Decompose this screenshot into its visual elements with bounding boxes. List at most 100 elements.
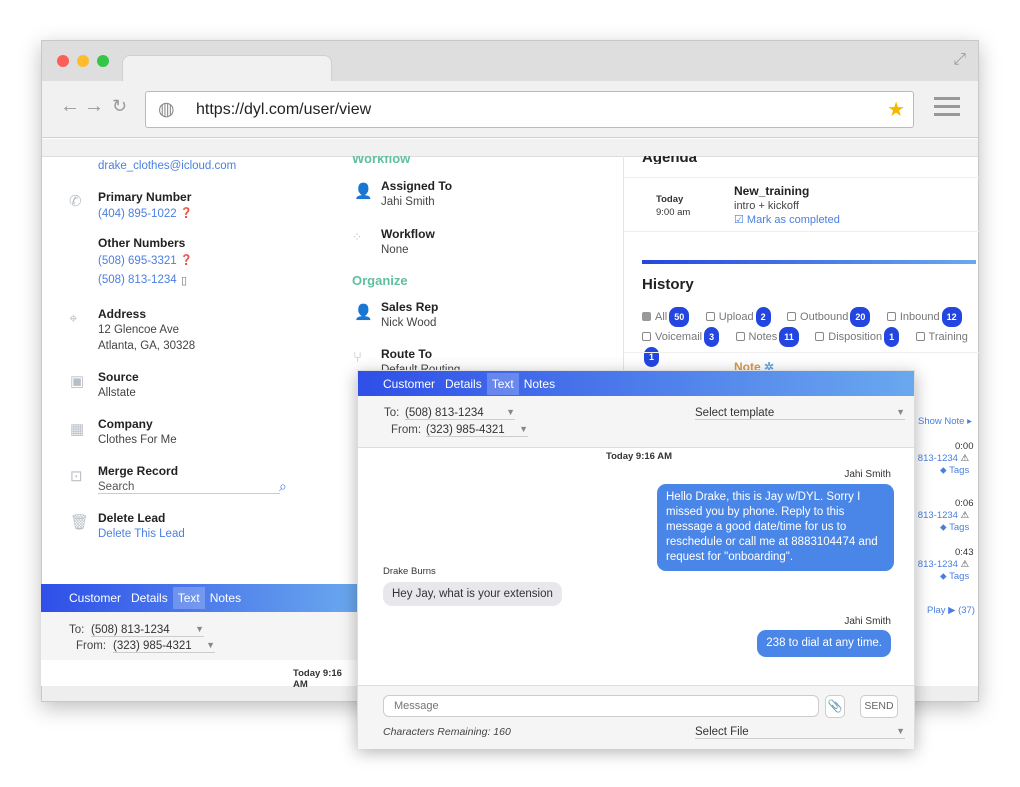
- url-text[interactable]: https://dyl.com/user/view: [196, 101, 371, 119]
- filter-label: Training: [928, 331, 968, 343]
- help-icon[interactable]: ❓: [180, 255, 192, 266]
- delete-lead-label: Delete Lead: [98, 511, 166, 525]
- from-select[interactable]: (323) 985-4321 ▼: [426, 424, 528, 437]
- to-value: (508) 813-1234: [91, 624, 170, 636]
- tab-text[interactable]: Text: [172, 587, 205, 609]
- popup-tabs: Customer Details Text Notes: [358, 371, 914, 396]
- back-icon[interactable]: ←: [60, 95, 80, 118]
- phone-icon: ✆: [69, 193, 82, 210]
- checkbox-icon: [787, 312, 797, 321]
- other-number-link[interactable]: (508) 813-1234: [98, 274, 177, 286]
- globe-icon: ◍: [158, 99, 175, 120]
- checkbox-icon: [915, 332, 925, 341]
- warning-icon: ⚠: [960, 453, 970, 464]
- source-label: Source: [98, 370, 139, 384]
- mobile-icon: ▯: [181, 275, 188, 287]
- agenda-title[interactable]: New_training: [734, 184, 809, 198]
- from-select[interactable]: (323) 985-4321 ▼: [113, 640, 215, 653]
- help-icon[interactable]: ❓: [180, 208, 192, 219]
- merge-record-label: Merge Record: [98, 464, 179, 478]
- filter-voicemail[interactable]: Voicemail 3: [642, 327, 720, 347]
- filter-label: Inbound: [899, 311, 940, 323]
- tags-text: Tags: [949, 522, 970, 533]
- star-icon[interactable]: ★: [887, 97, 905, 122]
- divider: [624, 177, 979, 178]
- count-badge: 50: [669, 307, 690, 327]
- route-to-label: Route To: [381, 347, 433, 361]
- to-label: To:: [384, 407, 400, 419]
- filter-outbound[interactable]: Outbound 20: [787, 307, 871, 327]
- play-recordings-link[interactable]: Play ▶ (37): [927, 605, 975, 616]
- message-input[interactable]: [383, 695, 819, 717]
- minimize-window-button[interactable]: [77, 55, 89, 67]
- characters-remaining: Characters Remaining: 160: [383, 726, 511, 738]
- tags-text: Tags: [949, 571, 970, 582]
- tags-link[interactable]: ⬥ Tags: [940, 465, 969, 476]
- filter-label: Upload: [718, 311, 754, 323]
- filter-label: Voicemail: [655, 331, 703, 343]
- filter-disposition[interactable]: Disposition 1: [815, 327, 900, 347]
- tab-customer[interactable]: Customer: [64, 587, 126, 609]
- to-select[interactable]: (508) 813-1234 ▼: [91, 624, 204, 637]
- count-badge: 1: [884, 327, 900, 347]
- user-icon: 👤: [354, 304, 373, 321]
- tab-details[interactable]: Details: [440, 373, 487, 395]
- send-button[interactable]: SEND: [860, 695, 898, 718]
- checkbox-icon: [735, 332, 745, 341]
- filter-notes[interactable]: Notes 11: [735, 327, 799, 347]
- delete-lead-link[interactable]: Delete This Lead: [98, 528, 185, 540]
- tags-link[interactable]: ⬥ Tags: [940, 571, 969, 582]
- show-note-link[interactable]: Show Note ▸: [918, 416, 972, 427]
- maximize-window-button[interactable]: [97, 55, 109, 67]
- call-number-text: ) 813-1234: [912, 510, 958, 521]
- workflow-value: None: [381, 244, 409, 256]
- template-select[interactable]: Select template ▼: [695, 407, 905, 420]
- browser-tab[interactable]: [122, 55, 332, 81]
- attach-button[interactable]: 📎: [825, 695, 845, 718]
- call-number[interactable]: ) 813-1234 ⚠: [912, 510, 969, 521]
- fullscreen-icon[interactable]: ⤢: [953, 51, 966, 69]
- tab-customer[interactable]: Customer: [378, 373, 440, 395]
- filter-all[interactable]: All 50: [642, 307, 690, 327]
- to-select[interactable]: (508) 813-1234 ▼: [405, 407, 515, 420]
- checkbox-checked-icon: [642, 312, 651, 321]
- filter-upload[interactable]: Upload 2: [705, 307, 771, 327]
- history-heading: History: [642, 276, 694, 293]
- menu-icon[interactable]: [934, 97, 960, 116]
- tab-notes[interactable]: Notes: [519, 373, 560, 395]
- filter-inbound[interactable]: Inbound 12: [886, 307, 962, 327]
- merge-search-input[interactable]: Search: [98, 481, 280, 494]
- reload-icon[interactable]: ↻: [112, 96, 127, 117]
- count-badge: 20: [850, 307, 871, 327]
- forward-icon[interactable]: →: [84, 95, 104, 118]
- mark-completed-label: Mark as completed: [746, 214, 840, 226]
- tab-details[interactable]: Details: [126, 587, 173, 609]
- tab-text[interactable]: Text: [486, 372, 519, 395]
- call-number[interactable]: ) 813-1234 ⚠: [912, 559, 969, 570]
- other-number-link[interactable]: (508) 695-3321: [98, 255, 177, 267]
- file-select[interactable]: Select File ▼: [695, 726, 905, 739]
- email-link[interactable]: drake_clothes@icloud.com: [98, 160, 236, 172]
- address-line2: Atlanta, GA, 30328: [98, 340, 196, 352]
- search-icon[interactable]: ⌕: [279, 478, 287, 495]
- checkbox-icon: [886, 312, 896, 321]
- divider: [624, 231, 979, 232]
- assigned-to-label: Assigned To: [381, 179, 453, 193]
- chat-date: Today 9:16 AM: [293, 668, 342, 690]
- history-accent-bar: [642, 260, 976, 264]
- primary-number-link[interactable]: (404) 895-1022: [98, 208, 177, 220]
- count-badge: 3: [704, 327, 720, 347]
- call-number[interactable]: ) 813-1234 ⚠: [912, 453, 969, 464]
- agenda-heading: Agenda: [642, 156, 697, 164]
- tags-link[interactable]: ⬥ Tags: [940, 522, 969, 533]
- count-badge: 2: [755, 307, 771, 327]
- call-number-text: ) 813-1234: [912, 559, 958, 570]
- tab-notes[interactable]: Notes: [205, 587, 246, 609]
- message-sender: Drake Burns: [383, 566, 436, 577]
- company-value: Clothes For Me: [98, 434, 177, 446]
- close-window-button[interactable]: [57, 55, 69, 67]
- mark-completed-button[interactable]: ☑ Mark as completed: [734, 213, 840, 226]
- call-number-text: ) 813-1234: [912, 453, 958, 464]
- address-bar[interactable]: ◍ https://dyl.com/user/view ★: [145, 91, 914, 128]
- building-icon: ▦: [70, 421, 85, 438]
